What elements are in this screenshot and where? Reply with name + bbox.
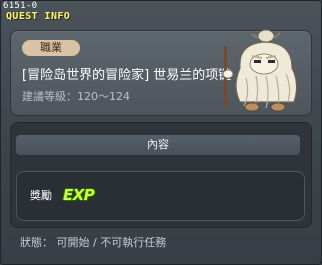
reward-box <box>16 171 305 221</box>
quest-status: 狀態： 可開始 / 不可執行任務 <box>20 236 167 249</box>
content-section-header: 內容 <box>16 135 300 155</box>
exp-icon: EXP <box>63 186 95 204</box>
quest-info-tag: QUEST INFO <box>6 11 71 22</box>
reward-label: 獎勵 <box>30 189 52 202</box>
npc-portrait <box>222 29 298 112</box>
recommended-level: 建議等級：120〜124 <box>22 90 130 103</box>
job-badge: 職業 <box>22 40 80 56</box>
quest-id: 6151-0 <box>3 1 38 11</box>
